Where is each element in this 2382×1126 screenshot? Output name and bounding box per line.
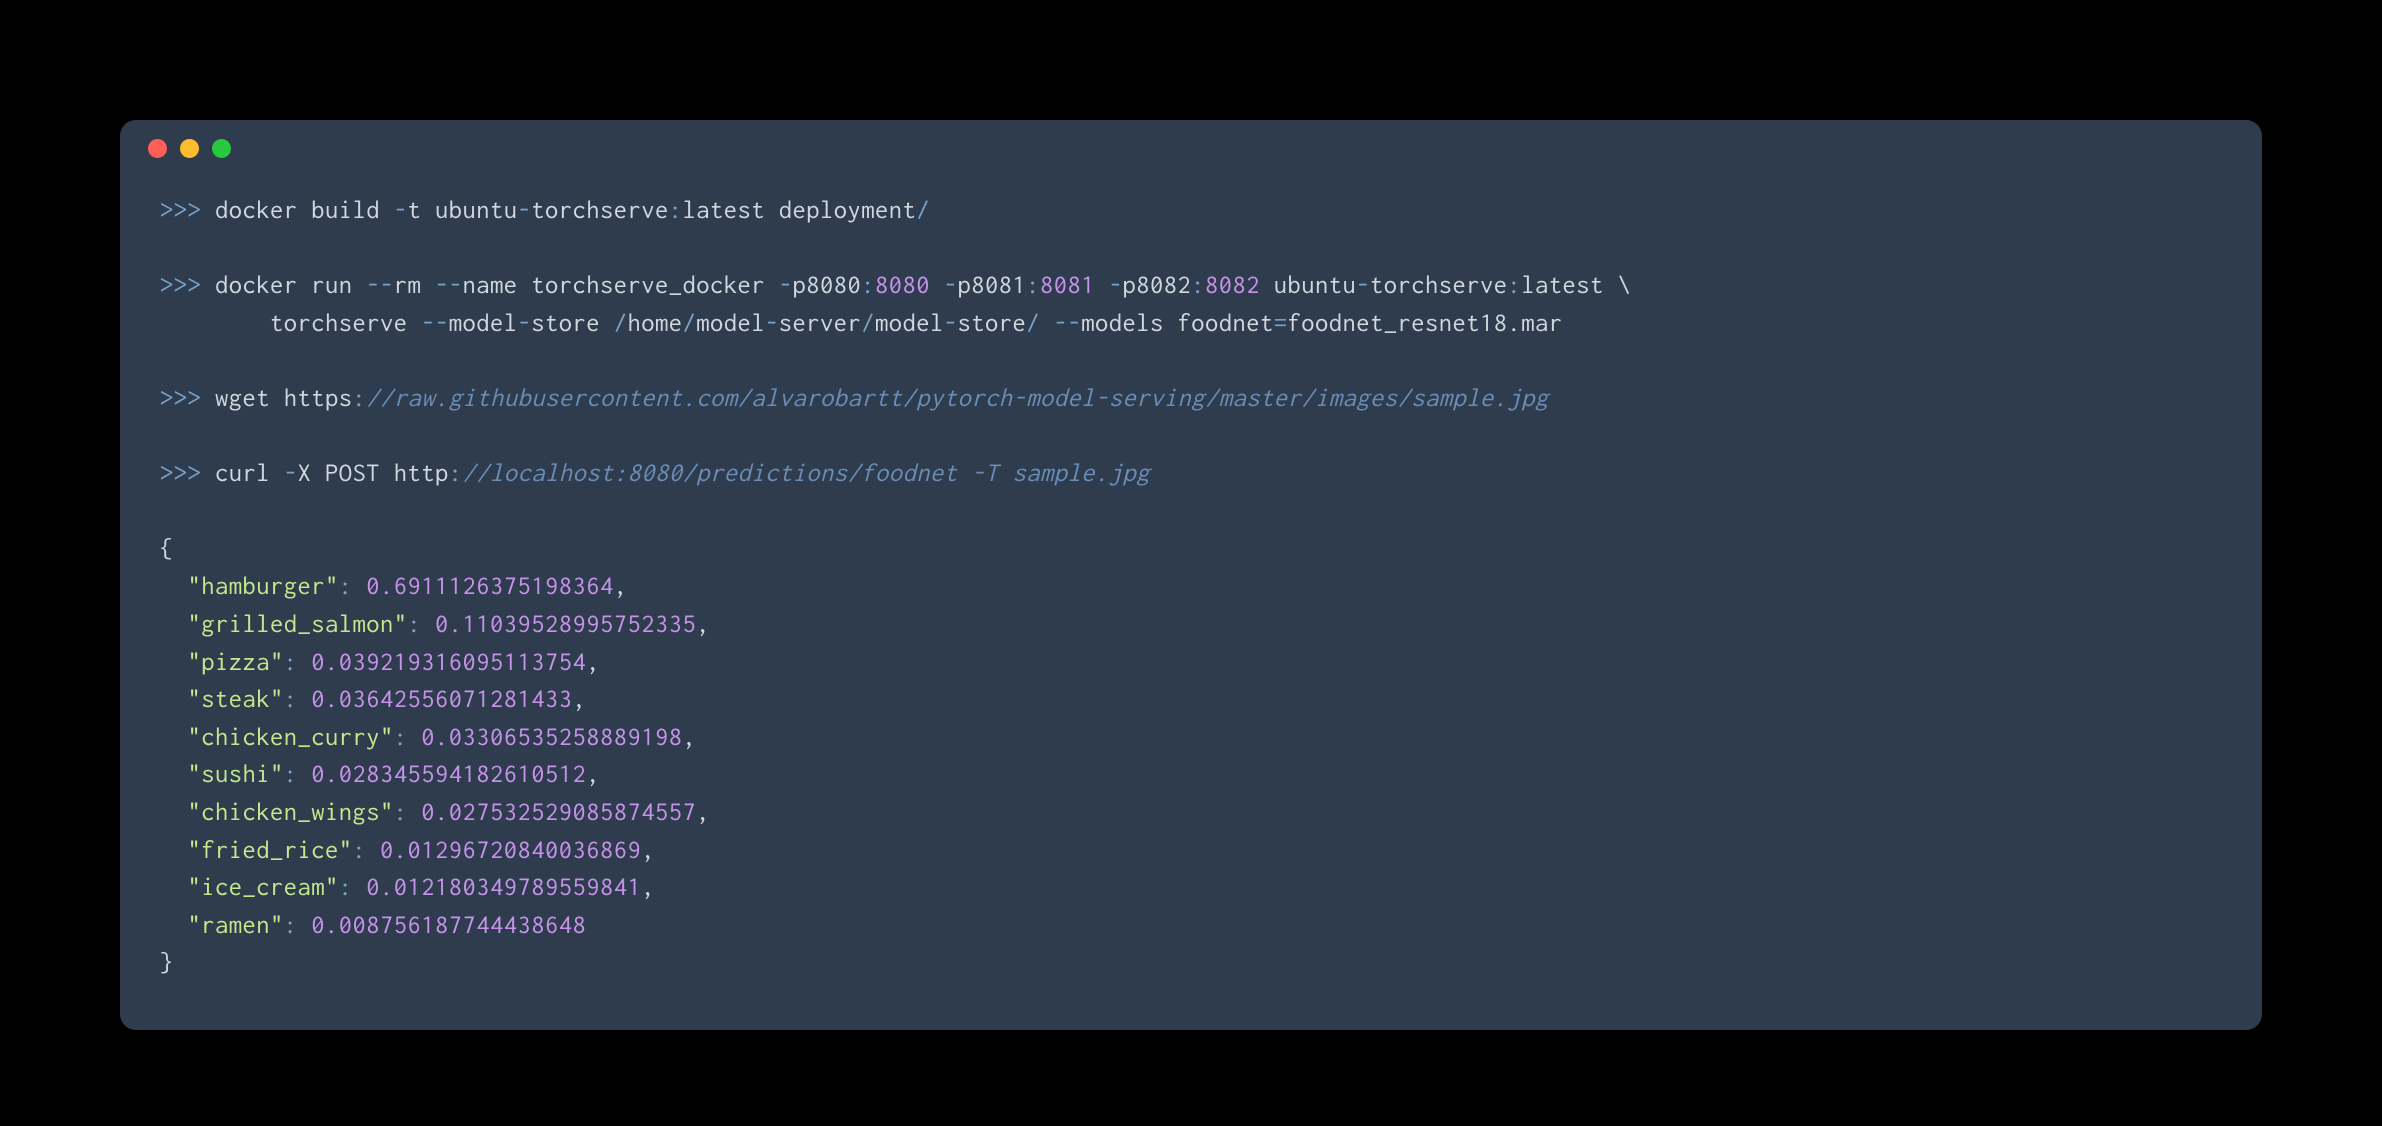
json-entry: "chicken_curry": 0.03306535258889198, [160, 719, 2222, 757]
json-value: 0.01296720840036869 [380, 836, 641, 864]
cmd-docker-run-cont: torchserve --model-store /home/model-ser… [160, 305, 2222, 343]
blank-line [160, 230, 2222, 268]
json-key: "hamburger" [188, 572, 339, 600]
cmd-curl: >>> curl -X POST http://localhost:8080/p… [160, 455, 2222, 493]
json-key: "ramen" [188, 911, 284, 939]
url-text: //localhost:8080/predictions/foodnet -T … [463, 459, 1151, 487]
json-entries: "hamburger": 0.6911126375198364, "grille… [160, 568, 2222, 944]
json-key: "chicken_curry" [188, 723, 394, 751]
json-key: "steak" [188, 685, 284, 713]
blank-line [160, 343, 2222, 381]
json-key: "grilled_salmon" [188, 610, 408, 638]
url-text: //raw.githubusercontent.com/alvarobartt/… [366, 384, 1549, 412]
json-entry: "hamburger": 0.6911126375198364, [160, 568, 2222, 606]
json-entry: "fried_rice": 0.01296720840036869, [160, 832, 2222, 870]
json-open-brace: { [160, 531, 2222, 569]
json-value: 0.028345594182610512 [311, 760, 586, 788]
json-value: 0.039219316095113754 [311, 648, 586, 676]
json-key: "chicken_wings" [188, 798, 394, 826]
window-titlebar [120, 120, 2262, 176]
prompt: >>> [160, 459, 201, 487]
json-key: "pizza" [188, 648, 284, 676]
json-value: 0.03306535258889198 [421, 723, 682, 751]
prompt: >>> [160, 271, 201, 299]
blank-line [160, 418, 2222, 456]
json-value: 0.008756187744438648 [311, 911, 586, 939]
json-value: 0.03642556071281433 [311, 685, 572, 713]
json-value: 0.6911126375198364 [366, 572, 614, 600]
json-entry: "grilled_salmon": 0.11039528995752335, [160, 606, 2222, 644]
cmd-docker-run: >>> docker run --rm --name torchserve_do… [160, 267, 2222, 305]
json-value: 0.11039528995752335 [435, 610, 696, 638]
json-entry: "steak": 0.03642556071281433, [160, 681, 2222, 719]
terminal-window: >>> docker build -t ubuntu-torchserve:la… [120, 120, 2262, 1030]
json-value: 0.027532529085874557 [421, 798, 696, 826]
cmd-docker-build: >>> docker build -t ubuntu-torchserve:la… [160, 192, 2222, 230]
json-entry: "sushi": 0.028345594182610512, [160, 756, 2222, 794]
json-entry: "pizza": 0.039219316095113754, [160, 644, 2222, 682]
minimize-icon[interactable] [180, 139, 199, 158]
json-value: 0.012180349789559841 [366, 873, 641, 901]
prompt: >>> [160, 196, 201, 224]
prompt: >>> [160, 384, 201, 412]
json-entry: "ice_cream": 0.012180349789559841, [160, 869, 2222, 907]
json-key: "fried_rice" [188, 836, 353, 864]
terminal-output[interactable]: >>> docker build -t ubuntu-torchserve:la… [120, 176, 2262, 1030]
maximize-icon[interactable] [212, 139, 231, 158]
json-entry: "chicken_wings": 0.027532529085874557, [160, 794, 2222, 832]
cmd-wget: >>> wget https://raw.githubusercontent.c… [160, 380, 2222, 418]
blank-line [160, 493, 2222, 531]
json-key: "sushi" [188, 760, 284, 788]
json-entry: "ramen": 0.008756187744438648 [160, 907, 2222, 945]
close-icon[interactable] [148, 139, 167, 158]
json-key: "ice_cream" [188, 873, 339, 901]
json-close-brace: } [160, 945, 2222, 983]
